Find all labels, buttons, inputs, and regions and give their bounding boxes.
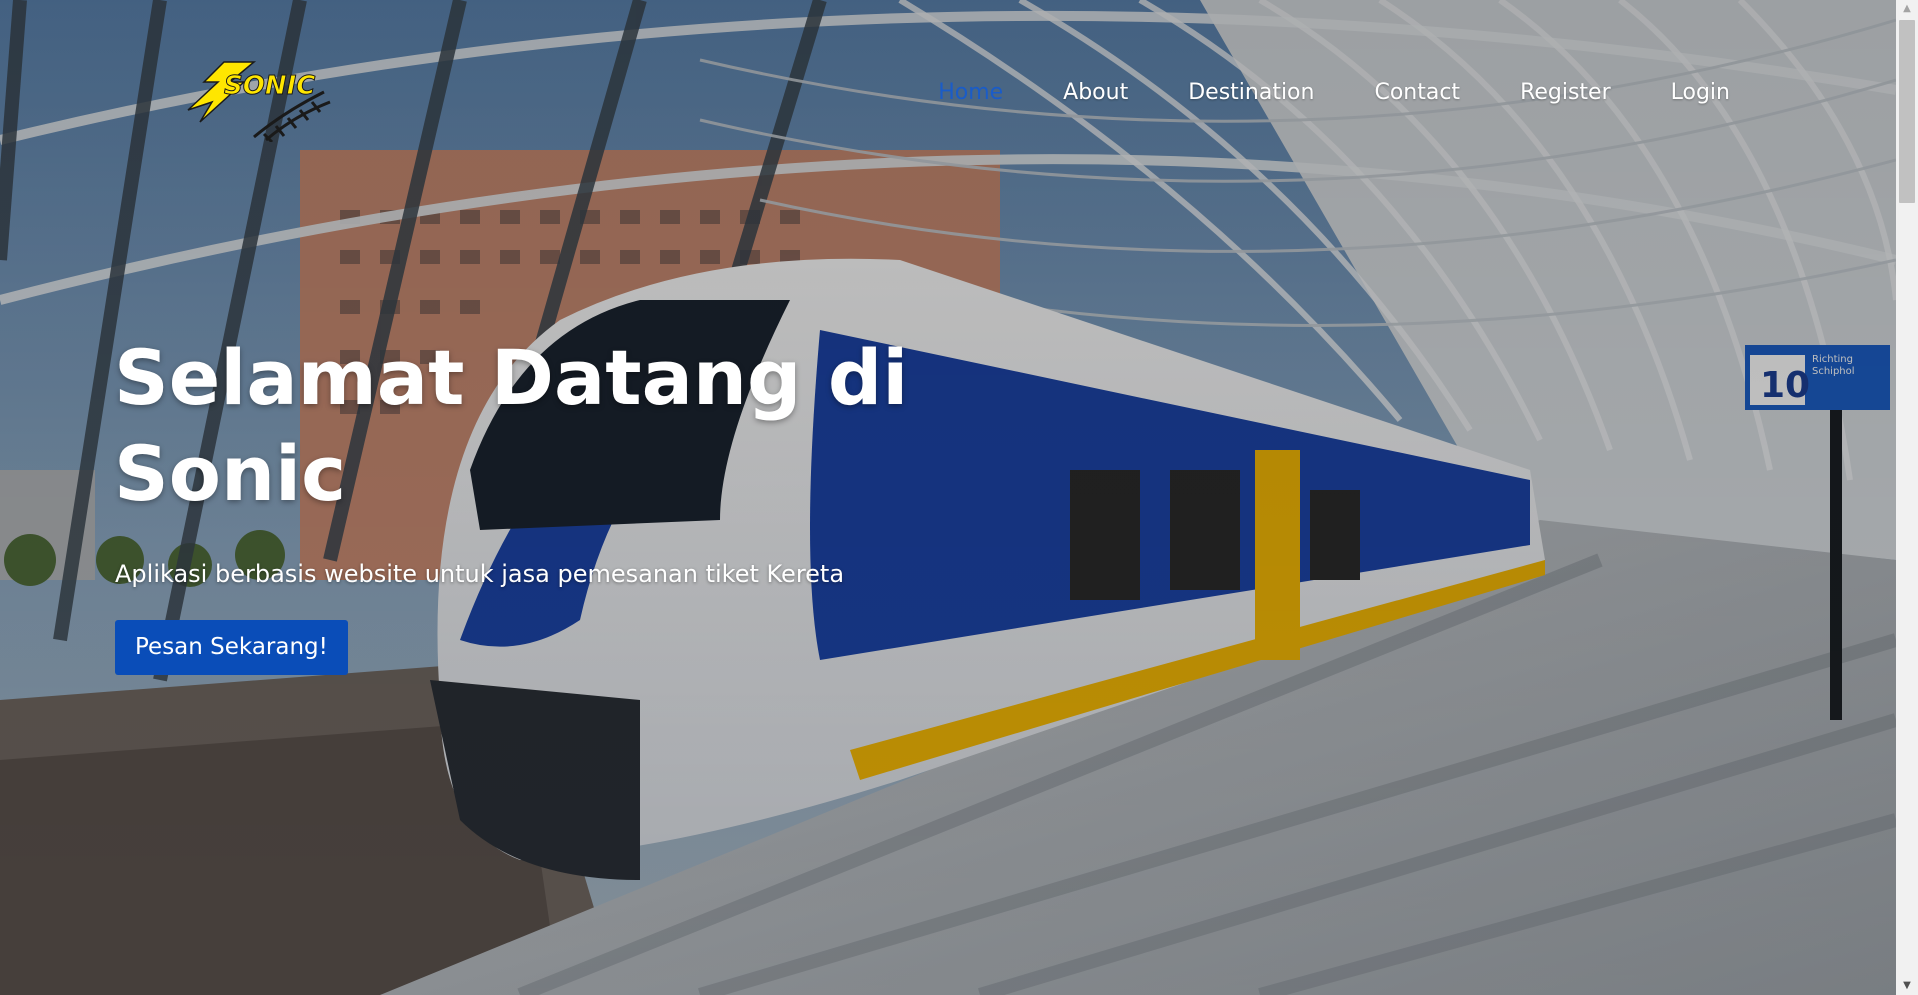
brand-logo[interactable]: SONIC (184, 52, 334, 142)
nav-item-contact[interactable]: Contact (1374, 78, 1460, 108)
nav-item-destination[interactable]: Destination (1188, 78, 1314, 108)
hero-title: Selamat Datang di Sonic (114, 333, 909, 518)
chevron-down-icon[interactable]: ▼ (1896, 977, 1918, 995)
nav-item-home[interactable]: Home (938, 78, 1003, 108)
brand-logo-text: SONIC (224, 71, 315, 101)
hero-subtitle: Aplikasi berbasis website untuk jasa pem… (115, 560, 845, 588)
page-scrollbar[interactable]: ▲ ▼ (1896, 0, 1918, 995)
nav-item-register[interactable]: Register (1520, 78, 1611, 108)
nav-item-login[interactable]: Login (1671, 78, 1730, 108)
book-now-button[interactable]: Pesan Sekarang! (115, 620, 348, 675)
chevron-up-icon[interactable]: ▲ (1896, 0, 1918, 18)
scrollbar-thumb[interactable] (1899, 20, 1915, 203)
nav-item-about[interactable]: About (1063, 78, 1128, 108)
main-nav: Home About Destination Contact Register … (878, 78, 1730, 108)
